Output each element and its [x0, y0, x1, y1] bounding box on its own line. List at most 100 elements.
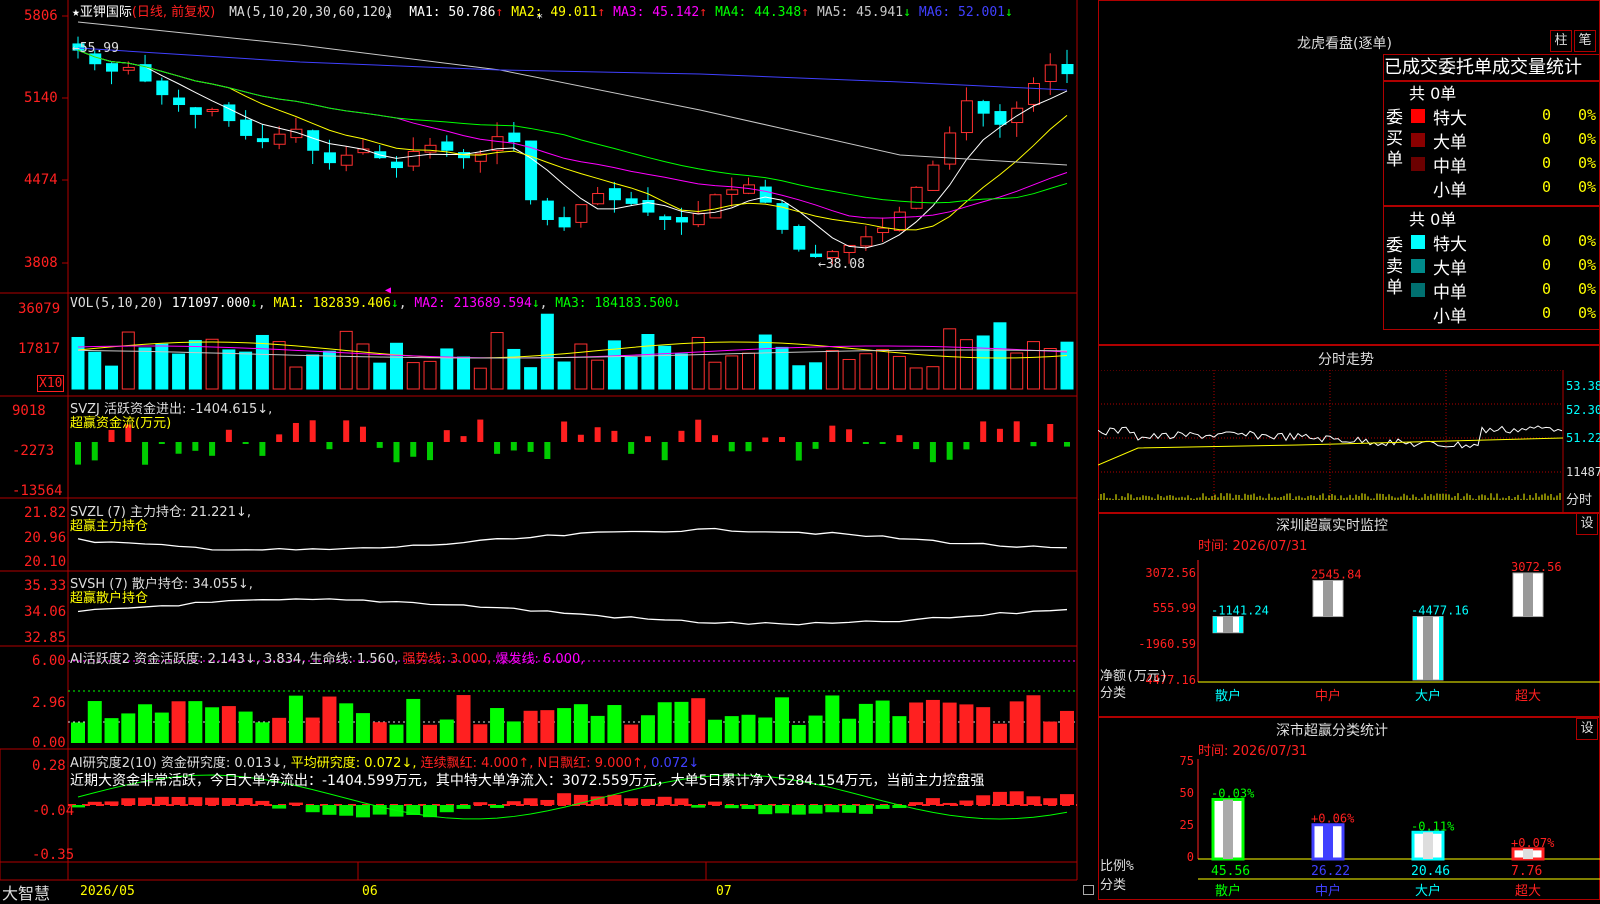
volume-bar [1060, 341, 1074, 390]
volume-bar [1043, 348, 1057, 390]
volume-bar [624, 356, 638, 390]
volume-bar [121, 331, 135, 390]
monitor-bar-label: -1141.24 [1211, 604, 1269, 618]
fund-flow-bar [829, 425, 836, 442]
intraday-chart[interactable]: 53.38 52.30 51.22 11487 分时 [1098, 370, 1600, 513]
fund-flow-bar [862, 442, 869, 444]
candle-body [642, 200, 655, 213]
fund-flow-bar [795, 442, 802, 461]
axis-tick: 20.96 [24, 530, 67, 546]
monitor-bar-label: 3072.56 [1511, 560, 1562, 574]
order-size-label: 特大 [1433, 109, 1467, 129]
activity-bar [490, 708, 505, 743]
vol-ma1: MA1: 182839.406 [273, 296, 391, 311]
order-percent: 0% [1578, 178, 1597, 196]
volume-bar [825, 350, 839, 390]
axis-tick: 36079 [18, 301, 61, 317]
fund-flow-bar [695, 419, 702, 442]
ma-values: MA1: 50.786↑ MA2: 49.011↑ MA3: 45.142↑ MA4:… [401, 5, 1013, 20]
monitor-bar-shade [1323, 580, 1333, 617]
stats-bar-shade [1523, 848, 1533, 859]
fund-flow-bar [443, 430, 450, 442]
research-bar [523, 798, 538, 805]
buy-total: 共 0单 [1409, 84, 1457, 103]
candle-body [206, 108, 219, 112]
activity-bar [188, 701, 203, 743]
order-size-label: 大单 [1433, 133, 1467, 153]
tab-volume-stats[interactable]: 成交量统计 [1492, 57, 1582, 78]
axis-tick: -0.04 [32, 803, 75, 819]
volume-bar [356, 343, 370, 390]
research-bar [976, 795, 991, 805]
candle-body [608, 188, 621, 201]
candle-body [960, 100, 973, 134]
strong-line-label: 强势线: 3.000, [402, 652, 492, 667]
activity-bar [154, 712, 169, 743]
axis-tick: -2273 [12, 443, 55, 459]
color-swatch [1411, 157, 1425, 171]
activity-bar [640, 715, 655, 743]
candle-body [575, 204, 588, 223]
order-size-label: 大单 [1433, 259, 1467, 279]
ai-active-header: AI活跃度2 资金活跃度: 2.143↓, 3.834, 生命线: 1.560,… [70, 648, 584, 667]
price-tick: 3808 [24, 255, 58, 271]
date-label-may: 2026/05 [80, 884, 135, 899]
fund-flow-bar [75, 442, 81, 465]
research-bar [288, 802, 303, 805]
stats-value-label: 20.46 [1411, 864, 1450, 879]
volume-bar [1010, 352, 1024, 390]
volume-bar [440, 348, 454, 390]
activity-bar [439, 719, 454, 743]
color-swatch [1411, 283, 1425, 297]
axis-tick: 34.06 [24, 604, 67, 620]
axis-tick: 21.82 [24, 505, 67, 521]
activity-bar [976, 707, 991, 743]
burst-line-label: 爆发线: 6.000, [495, 652, 585, 667]
sz-monitor-settings-button[interactable]: 设 [1576, 513, 1598, 535]
tab-executed[interactable]: 已成交 [1384, 57, 1438, 78]
candle-body [659, 216, 672, 220]
down-arrow-icon: ↓ [903, 5, 911, 20]
stats-category-label: 超大 [1515, 884, 1541, 899]
research-bar [875, 805, 890, 809]
candle-body [156, 80, 169, 96]
volume-bar [557, 361, 571, 390]
order-percent: 0% [1578, 130, 1597, 148]
sell-total: 共 0单 [1409, 210, 1457, 229]
candle-body [759, 186, 772, 203]
fund-flow-bar [779, 437, 786, 442]
lock-icon[interactable] [1083, 885, 1094, 895]
candle-body [927, 164, 940, 191]
stats-bar-shade [1423, 832, 1433, 859]
candle-body [877, 227, 890, 234]
down-arrow-icon: ↓ [531, 296, 540, 311]
sz-stats-settings-button[interactable]: 设 [1576, 718, 1598, 740]
monitor-bar-edge [1439, 616, 1443, 680]
volume-bar [892, 355, 906, 390]
stats-category-label: 中户 [1315, 883, 1341, 899]
ma4-value: MA4: 44.348 [715, 5, 802, 20]
research-bar [925, 798, 940, 805]
volume-bar [641, 334, 655, 390]
volume-bar [1026, 341, 1040, 390]
axis-tick: 0.00 [32, 735, 66, 751]
monitor-category-label: 散户 [1215, 688, 1241, 704]
activity-bar [892, 716, 907, 743]
research-bar [138, 797, 153, 805]
volume-bar [239, 351, 253, 390]
activity-bar [875, 700, 890, 743]
tick-view-button[interactable]: 笔 [1574, 30, 1596, 52]
bar-view-button[interactable]: 柱 [1550, 30, 1572, 52]
research-bar [741, 805, 756, 809]
fund-flow-bar [292, 422, 299, 442]
research-bar [674, 798, 689, 805]
sz-stats-chart: 75 50 25 0 -0.03% 45.56 散户 +0.06% 26.22 中户 -0.11% 2… [1100, 755, 1600, 899]
order-percent: 0% [1578, 106, 1597, 124]
monitor-tick: 3072.56 [1145, 566, 1196, 580]
activity-bar [707, 719, 722, 743]
axis-tick: 17817 [18, 341, 61, 357]
candle-body [675, 217, 688, 223]
intraday-tick: 11487 [1566, 465, 1600, 479]
tab-orders[interactable]: 委托单 [1438, 57, 1492, 78]
ma6-value: MA6: 52.001 [918, 5, 1005, 20]
